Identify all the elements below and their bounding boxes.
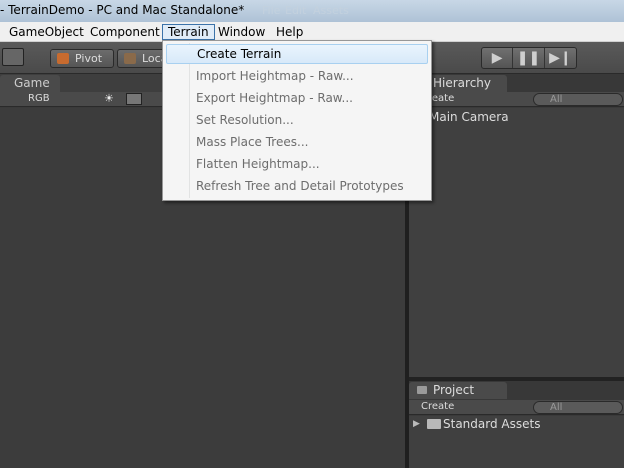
menu-item-mass-place-trees[interactable]: Mass Place Trees... (166, 132, 428, 152)
ghost-menu: Assets (313, 4, 349, 17)
maximize-icon[interactable] (2, 48, 24, 66)
hierarchy-search-input[interactable]: All (533, 93, 623, 106)
menu-terrain[interactable]: Terrain (162, 24, 215, 40)
window-title: - TerrainDemo - PC and Mac Standalone* (0, 3, 245, 17)
menu-item-create-terrain[interactable]: Create Terrain (166, 44, 428, 64)
pause-icon[interactable]: ❚❚ (513, 48, 545, 68)
menu-item-flatten-heightmap[interactable]: Flatten Heightmap... (166, 154, 428, 174)
project-tab-bar: Project (409, 381, 624, 400)
menu-component[interactable]: Component (85, 24, 165, 40)
hierarchy-list: Main Camera (409, 108, 624, 377)
menu-gameobject[interactable]: GameObject (4, 24, 89, 40)
menu-item-export-heightmap[interactable]: Export Heightmap - Raw... (166, 88, 428, 108)
play-icon[interactable]: ▶ (482, 48, 514, 68)
tab-game[interactable]: Game (0, 75, 60, 92)
sun-icon[interactable]: ☀ (104, 92, 114, 105)
hierarchy-controls: Create All (409, 92, 624, 107)
display-mode-select[interactable]: RGB (28, 92, 50, 106)
playback-controls: ▶ ❚❚ ▶❙ (481, 47, 577, 69)
pivot-label: Pivot (75, 52, 103, 65)
local-icon (124, 53, 136, 64)
image-icon[interactable] (126, 93, 142, 105)
project-list: ▶ Standard Assets (409, 416, 624, 468)
pivot-button[interactable]: Pivot (50, 49, 114, 68)
menu-item-import-heightmap[interactable]: Import Heightmap - Raw... (166, 66, 428, 86)
hierarchy-tab-label: Hierarchy (433, 76, 492, 90)
step-icon[interactable]: ▶❙ (545, 48, 576, 68)
list-item[interactable]: Standard Assets (443, 417, 540, 431)
folder-icon (427, 419, 441, 429)
terrain-menu-dropdown: Create Terrain Import Heightmap - Raw...… (162, 40, 432, 201)
menu-window[interactable]: Window (213, 24, 270, 40)
menu-item-refresh-prototypes[interactable]: Refresh Tree and Detail Prototypes (166, 176, 428, 196)
tab-project[interactable]: Project (409, 382, 507, 399)
project-icon (417, 386, 427, 394)
menu-help[interactable]: Help (271, 24, 308, 40)
menu-bar: GameObject Component Terrain Window Help (0, 22, 624, 42)
hierarchy-tab-bar: Hierarchy (409, 74, 624, 92)
menu-item-set-resolution[interactable]: Set Resolution... (166, 110, 428, 130)
ghost-menu: Edit (285, 4, 307, 17)
project-tab-label: Project (433, 383, 475, 397)
expand-arrow-icon[interactable]: ▶ (413, 419, 420, 429)
project-controls: Create All (409, 400, 624, 415)
ghost-menu: File (262, 4, 281, 17)
window-title-bar: - TerrainDemo - PC and Mac Standalone* F… (0, 0, 624, 22)
project-create-button[interactable]: Create (421, 400, 454, 414)
local-button[interactable]: Local (117, 49, 171, 68)
project-search-input[interactable]: All (533, 401, 623, 414)
pivot-icon (57, 53, 69, 64)
list-item[interactable]: Main Camera (429, 110, 509, 124)
